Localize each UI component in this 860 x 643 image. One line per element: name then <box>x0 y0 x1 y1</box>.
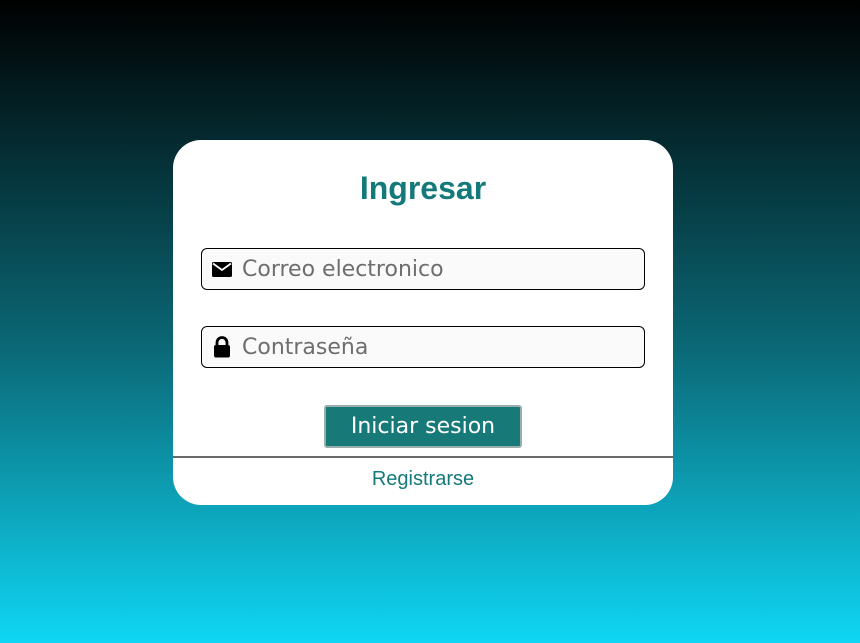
login-button[interactable]: Iniciar sesion <box>324 405 522 448</box>
lock-icon <box>202 336 242 358</box>
divider <box>173 456 673 458</box>
login-title: Ingresar <box>359 170 487 206</box>
email-input[interactable] <box>242 249 644 289</box>
password-input[interactable] <box>242 327 644 367</box>
register-link[interactable]: Registrarse <box>173 468 673 491</box>
login-card: Ingresar Iniciar sesion Registrarse <box>173 140 673 505</box>
password-field[interactable] <box>201 326 645 368</box>
email-field[interactable] <box>201 248 645 290</box>
envelope-icon <box>202 261 242 277</box>
